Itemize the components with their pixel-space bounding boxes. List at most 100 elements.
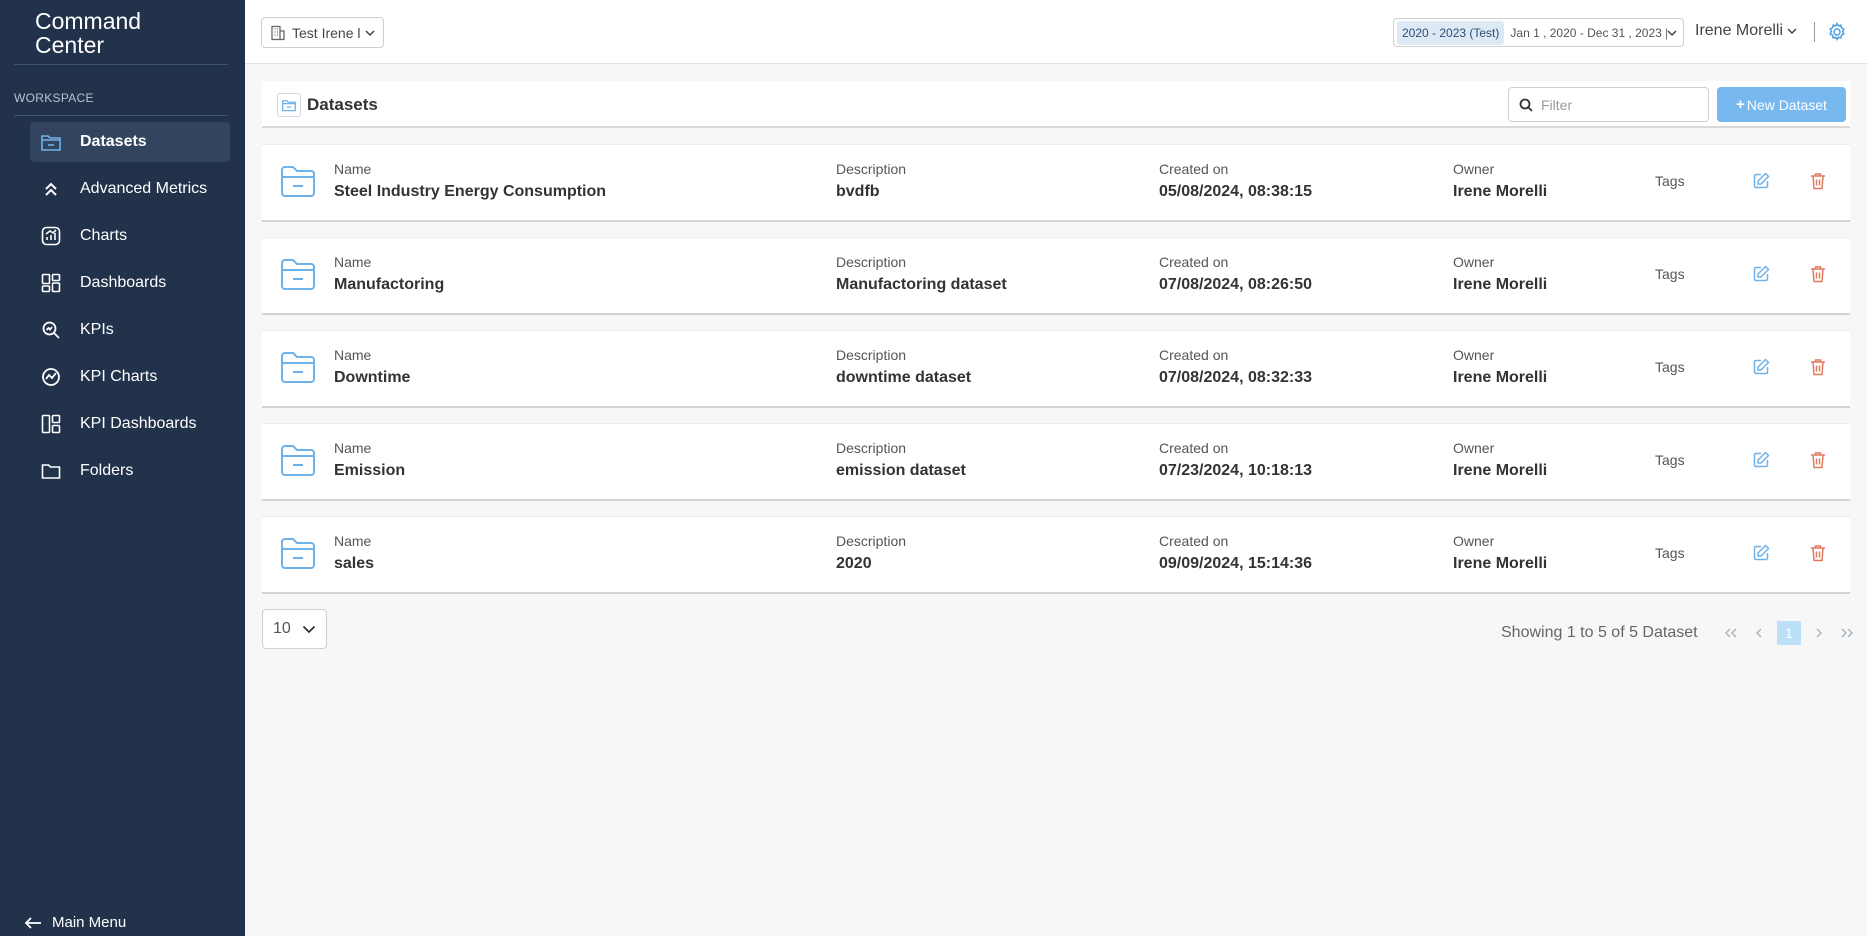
page-size-value: 10 [273,620,291,637]
filter-input[interactable] [1541,96,1701,113]
filter-box [1508,87,1709,122]
dataset-name[interactable]: sales [334,555,374,573]
arrow-left-icon [24,916,42,930]
chevron-down-icon [365,29,375,37]
tags-label[interactable]: Tags [1655,545,1685,561]
edit-icon[interactable] [1752,358,1770,381]
sidebar-item-kpis[interactable]: KPIs [30,310,230,350]
gear-icon[interactable] [1827,22,1847,42]
first-page-icon[interactable] [1719,621,1743,645]
tags-label[interactable]: Tags [1655,173,1685,189]
main-menu-label: Main Menu [52,914,127,931]
user-name: Irene Morelli [1695,22,1784,39]
description-cell: Description downtime dataset [836,347,971,387]
sidebar-item-datasets[interactable]: Datasets [30,122,230,162]
page-title: Datasets [307,95,378,114]
sidebar-item-label: Dashboards [80,274,167,291]
sidebar-item-kpi-dashboards[interactable]: KPI Dashboards [30,404,230,444]
page-size-select[interactable]: 10 [262,609,327,649]
pagination: 1 [1717,621,1861,645]
trash-icon[interactable] [1810,172,1826,195]
description-cell: Description Manufactoring dataset [836,254,1007,294]
table-row[interactable]: Name sales Description 2020 Created on 0… [262,516,1850,594]
dashboard-grid-icon [40,272,62,294]
prev-page-icon[interactable] [1747,621,1771,645]
created-cell: Created on 07/08/2024, 08:32:33 [1159,347,1312,387]
tags-label[interactable]: Tags [1655,266,1685,282]
created-cell: Created on 09/09/2024, 15:14:36 [1159,533,1312,573]
name-cell: Name Emission [334,440,405,480]
dataset-description: downtime dataset [836,369,972,386]
tags-label[interactable]: Tags [1655,359,1685,375]
kpi-dashboard-icon [40,413,62,435]
sidebar-nav: Datasets Advanced Metrics Charts Dashboa… [30,122,230,498]
new-dataset-label: New Dataset [1746,96,1827,113]
sidebar: Command Center WORKSPACE Datasets Advanc… [0,0,245,936]
kpi-chart-icon [40,366,62,388]
table-row[interactable]: Name Downtime Description downtime datas… [262,330,1850,408]
owner-cell: Owner Irene Morelli [1453,254,1547,294]
owner-cell: Owner Irene Morelli [1453,347,1547,387]
trash-icon[interactable] [1810,265,1826,288]
edit-icon[interactable] [1752,172,1770,195]
user-menu[interactable]: Irene Morelli [1695,22,1797,40]
page-number-current[interactable]: 1 [1777,621,1801,645]
trash-icon[interactable] [1810,451,1826,474]
dataset-name[interactable]: Downtime [334,369,410,387]
workspace-select-value: Test Irene l [292,24,361,41]
date-range-select[interactable]: 2020 - 2023 (Test) Jan 1 , 2020 - Dec 31… [1393,18,1684,47]
name-cell: Name Manufactoring [334,254,444,294]
table-row[interactable]: Name Manufactoring Description Manufacto… [262,237,1850,315]
sidebar-item-label: Folders [80,462,134,479]
chevron-down-icon [302,625,316,634]
table-row[interactable]: Name Emission Description emission datas… [262,423,1850,501]
chevron-down-icon [1787,27,1797,35]
double-chevron-up-icon [40,178,62,200]
dataset-name[interactable]: Emission [334,462,405,480]
dataset-name[interactable]: Manufactoring [334,276,444,294]
edit-icon[interactable] [1752,451,1770,474]
sidebar-item-charts[interactable]: Charts [30,216,230,256]
trash-icon[interactable] [1810,544,1826,567]
description-label: Description [836,254,907,270]
created-cell: Created on 07/08/2024, 08:26:50 [1159,254,1312,294]
workspace-select[interactable]: Test Irene l [261,17,384,48]
chevron-down-icon [1667,29,1677,37]
sidebar-item-dashboards[interactable]: Dashboards [30,263,230,303]
edit-icon[interactable] [1752,544,1770,567]
owner-label: Owner [1453,533,1495,549]
name-label: Name [334,440,372,456]
datasets-header: Datasets + New Dataset [262,81,1850,128]
last-page-icon[interactable] [1835,621,1859,645]
description-cell: Description bvdfb [836,161,906,201]
dataset-folder-icon [280,443,316,482]
description-label: Description [836,161,907,177]
name-cell: Name sales [334,533,374,573]
folder-icon [40,460,62,482]
sidebar-item-kpi-charts[interactable]: KPI Charts [30,357,230,397]
sidebar-item-advanced-metrics[interactable]: Advanced Metrics [30,169,230,209]
pagination-summary: Showing 1 to 5 of 5 Dataset [1501,624,1698,641]
sidebar-item-folders[interactable]: Folders [30,451,230,491]
brand-line-1: Command [35,8,142,34]
created-label: Created on [1159,347,1229,363]
dataset-description: bvdfb [836,183,880,200]
dataset-name[interactable]: Steel Industry Energy Consumption [334,183,606,201]
sidebar-item-label: KPI Charts [80,368,158,385]
owner-label: Owner [1453,254,1495,270]
sidebar-item-label: Charts [80,227,128,244]
main-menu-link[interactable]: Main Menu [24,914,126,931]
new-dataset-button[interactable]: + New Dataset [1717,87,1846,122]
name-label: Name [334,533,372,549]
dataset-folder-icon [280,536,316,575]
edit-icon[interactable] [1752,265,1770,288]
next-page-icon[interactable] [1807,621,1831,645]
date-range-badge: 2020 - 2023 (Test) [1397,20,1505,45]
tags-label[interactable]: Tags [1655,452,1685,468]
name-label: Name [334,161,372,177]
dataset-description: 2020 [836,555,872,572]
trash-icon[interactable] [1810,358,1826,381]
table-row[interactable]: Name Steel Industry Energy Consumption D… [262,144,1850,222]
dataset-folder-icon [280,257,316,296]
date-range-text: Jan 1 , 2020 - Dec 31 , 2023 | [1510,25,1667,40]
